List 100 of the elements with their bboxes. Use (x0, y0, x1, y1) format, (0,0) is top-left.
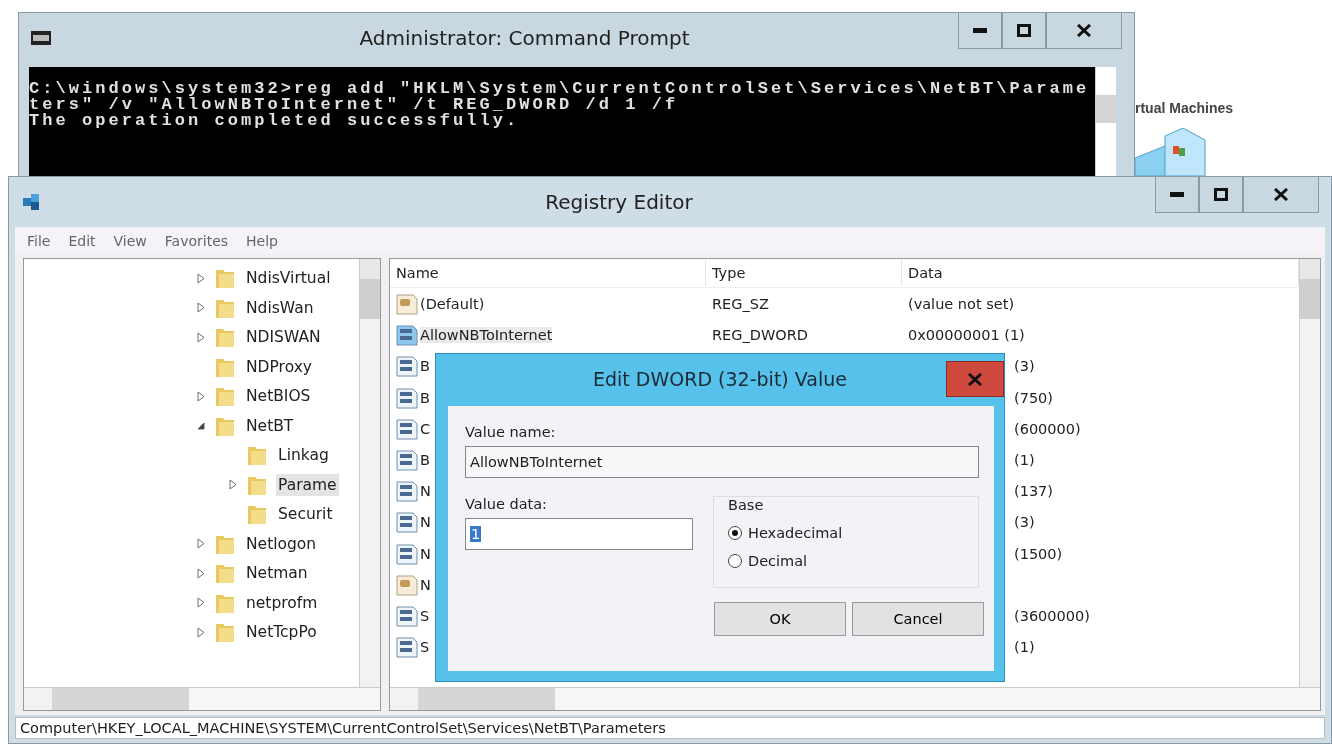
value-data: (1) (1014, 639, 1035, 656)
value-data-field[interactable]: 1 (465, 518, 693, 550)
tree-item[interactable]: NDISWAN (244, 326, 323, 349)
expand-arrow-icon[interactable] (197, 272, 205, 284)
menu-item[interactable]: Favorites (164, 232, 229, 249)
value-name[interactable]: N (420, 576, 431, 593)
tree-item[interactable]: NdisVirtual (244, 267, 333, 290)
close-icon (968, 372, 982, 386)
close-icon (1274, 188, 1288, 201)
value-name-field[interactable]: AllowNBToInternet (465, 446, 979, 478)
binary-value-icon (396, 480, 418, 503)
maximize-icon (1214, 188, 1228, 201)
value-name[interactable]: C (420, 420, 431, 437)
column-header[interactable]: Type (706, 260, 902, 287)
group-label: Base (728, 497, 764, 513)
console-line: The operation completed successfully. (29, 113, 521, 129)
value-name[interactable]: AllowNBToInternet (420, 327, 553, 344)
string-value-icon (396, 573, 418, 596)
radio-button[interactable] (728, 554, 742, 568)
value-name[interactable]: (Default) (420, 296, 485, 312)
binary-value-icon (396, 448, 418, 471)
value-name[interactable]: N (420, 483, 431, 500)
value-data: (1) (1014, 451, 1035, 468)
value-name[interactable]: S (420, 607, 430, 624)
tree-item[interactable]: Parame (276, 473, 339, 496)
collapse-arrow-icon[interactable] (197, 420, 205, 432)
value-data: (3) (1014, 358, 1035, 375)
expand-arrow-icon[interactable] (197, 302, 205, 314)
menu-item[interactable]: Help (246, 232, 278, 249)
tree-item[interactable]: Netlogon (244, 532, 319, 555)
tree-item[interactable]: NetBT (244, 414, 296, 437)
tree-item[interactable]: NetBIOS (244, 385, 313, 408)
window-title: Registry Editor (544, 189, 694, 214)
desktop-icon-label[interactable]: rtual Machines (1135, 100, 1234, 116)
value-name[interactable]: B (420, 389, 430, 406)
value-name[interactable]: B (420, 358, 430, 375)
maximize-button[interactable] (1199, 177, 1243, 213)
vertical-scrollbar[interactable] (359, 259, 380, 687)
expand-arrow-icon[interactable] (197, 538, 205, 550)
close-button[interactable] (1243, 177, 1319, 213)
minimize-icon (1170, 192, 1184, 197)
expand-arrow-icon[interactable] (197, 331, 205, 343)
tree-item[interactable]: Securit (276, 503, 335, 526)
binary-value-icon (396, 604, 418, 627)
maximize-button[interactable] (1002, 13, 1046, 49)
tree-item[interactable]: NetTcpPo (244, 621, 319, 644)
dialog-button[interactable]: OK (714, 602, 846, 636)
tree-item[interactable]: Netman (244, 562, 310, 585)
value-name[interactable]: N (420, 545, 431, 562)
expand-arrow-icon[interactable] (229, 479, 237, 491)
vertical-scrollbar[interactable] (1299, 259, 1320, 687)
maximize-icon (1017, 24, 1031, 37)
column-header[interactable]: Name (390, 260, 706, 287)
horizontal-scrollbar[interactable] (24, 687, 380, 710)
window-title: Administrator: Command Prompt (358, 26, 691, 50)
close-button[interactable] (1046, 13, 1122, 49)
expand-arrow-icon[interactable] (197, 390, 205, 402)
value-type: REG_DWORD (712, 327, 808, 344)
minimize-icon (973, 28, 987, 33)
tree-item[interactable]: NdisWan (244, 296, 316, 319)
value-data: (750) (1014, 389, 1053, 406)
value-data: (600000) (1014, 420, 1081, 437)
radio-label[interactable]: Hexadecimal (748, 525, 843, 541)
expand-arrow-icon[interactable] (197, 597, 205, 609)
field-label: Value name: (465, 424, 556, 440)
binary-value-icon (396, 636, 418, 659)
tree-item[interactable]: NDProxy (244, 355, 314, 378)
menu-item[interactable]: File (27, 232, 51, 249)
menu-item[interactable]: Edit (68, 232, 96, 249)
binary-value-icon (396, 417, 418, 440)
value-name[interactable]: S (420, 639, 430, 656)
minimize-button[interactable] (1155, 177, 1199, 213)
radio-label[interactable]: Decimal (748, 553, 808, 569)
tree-item[interactable]: netprofm (244, 591, 320, 614)
field-label: Value data: (465, 496, 548, 512)
radio-button[interactable] (728, 526, 742, 540)
value-data: 0x00000001 (1) (908, 327, 1025, 344)
binary-value-icon (396, 542, 418, 565)
horizontal-scrollbar[interactable] (390, 687, 1320, 710)
vertical-scrollbar[interactable] (1095, 67, 1116, 176)
menu-item[interactable]: View (113, 232, 147, 249)
binary-value-icon (396, 386, 418, 409)
expand-arrow-icon[interactable] (197, 626, 205, 638)
console-icon (31, 31, 51, 45)
binary-value-icon (396, 324, 418, 347)
value-name[interactable]: B (420, 451, 430, 468)
value-name[interactable]: N (420, 514, 431, 531)
dialog-button[interactable]: Cancel (852, 602, 984, 636)
value-type: REG_SZ (712, 296, 769, 312)
dialog-title: Edit DWORD (32-bit) Value (593, 368, 847, 390)
minimize-button[interactable] (958, 13, 1002, 49)
close-icon (1077, 24, 1091, 37)
expand-arrow-icon[interactable] (197, 567, 205, 579)
binary-value-icon (396, 355, 418, 378)
string-value-icon (396, 293, 418, 315)
tree-item[interactable]: Linkag (276, 444, 331, 467)
value-data: (1500) (1014, 545, 1063, 562)
value-data: (value not set) (908, 296, 1015, 312)
status-bar: Computer\HKEY_LOCAL_MACHINE\SYSTEM\CurrentControlSet\Services\NetBT\Parameters (15, 717, 1325, 739)
binary-value-icon (396, 511, 418, 534)
